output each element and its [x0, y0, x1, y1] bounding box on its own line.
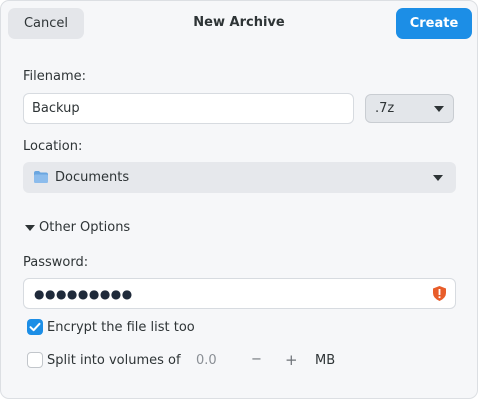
new-archive-dialog: Cancel New Archive Create Filename: Back… — [0, 0, 478, 399]
password-input[interactable]: ●●●●●●●●● — [23, 278, 456, 309]
warning-shield-icon — [433, 286, 446, 301]
increase-volume-button[interactable]: + — [285, 351, 298, 369]
extension-dropdown[interactable]: .7z — [365, 94, 454, 123]
password-label: Password: — [23, 255, 89, 270]
expander-arrow-icon — [25, 224, 35, 231]
filename-input[interactable]: Backup — [23, 93, 354, 124]
location-value: Documents — [55, 170, 130, 185]
encrypt-file-list-label[interactable]: Encrypt the file list too — [47, 320, 195, 335]
filename-label: Filename: — [23, 69, 87, 84]
password-dots: ●●●●●●●●● — [34, 286, 133, 301]
decrease-volume-button[interactable]: − — [251, 352, 262, 367]
extension-value: .7z — [375, 101, 395, 116]
location-dropdown[interactable]: Documents — [23, 162, 456, 193]
location-label: Location: — [23, 139, 83, 154]
checkmark-icon — [29, 322, 41, 332]
split-volumes-checkbox[interactable] — [27, 352, 43, 368]
chevron-down-icon — [433, 175, 443, 181]
chevron-down-icon — [434, 106, 444, 112]
other-options-label: Other Options — [39, 220, 131, 235]
create-button[interactable]: Create — [396, 8, 472, 39]
folder-icon — [34, 171, 48, 183]
filename-value: Backup — [32, 101, 80, 116]
encrypt-file-list-checkbox[interactable] — [27, 319, 43, 335]
other-options-expander[interactable]: Other Options — [25, 220, 130, 235]
volume-size-input[interactable]: 0.0 — [196, 353, 217, 368]
volume-unit-label: MB — [315, 353, 336, 368]
split-volumes-label[interactable]: Split into volumes of — [47, 353, 181, 368]
header-bar: Cancel New Archive Create — [1, 1, 477, 47]
